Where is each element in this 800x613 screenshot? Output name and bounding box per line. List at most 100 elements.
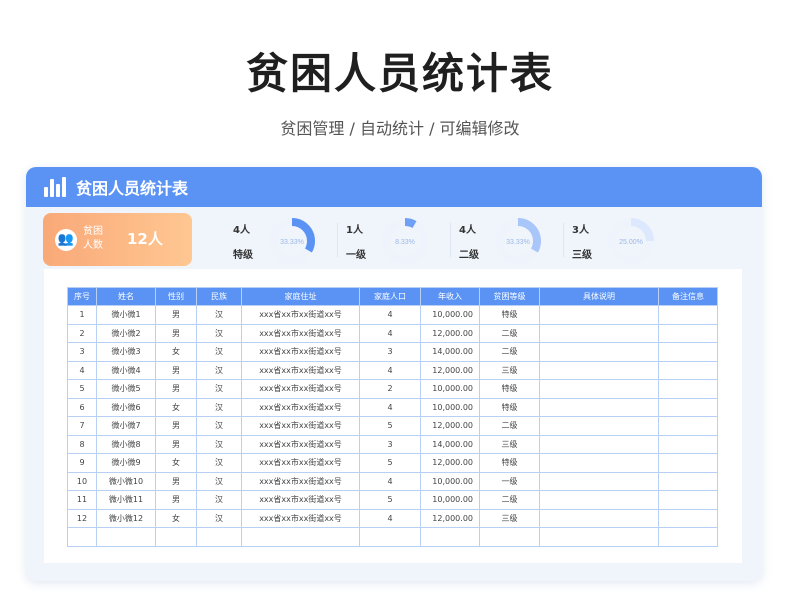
- table-cell: 4: [359, 508, 421, 528]
- table-cell: 汉: [196, 323, 242, 343]
- column-header: 具体说明: [539, 287, 659, 306]
- table-cell: [96, 527, 156, 547]
- table-cell: 10: [67, 471, 97, 491]
- table-cell: 5: [67, 379, 97, 399]
- table-cell: xxx省xx市xx街道xx号: [241, 490, 360, 510]
- table-cell: 男: [155, 416, 197, 436]
- table-cell: 女: [155, 342, 197, 362]
- table-cell: 微小微5: [96, 379, 156, 399]
- table-cell: [658, 453, 718, 473]
- separator: [450, 223, 451, 257]
- table-cell: 12,000.00: [420, 416, 480, 436]
- table-row: 6 微小微6 女汉 xxx省xx市xx街道xx号 4 10,000.00 特级: [67, 397, 718, 417]
- table-cell: [155, 527, 197, 547]
- table-cell: 二级: [479, 342, 540, 362]
- table-cell: [539, 508, 659, 528]
- table-row: 12 微小微12 女汉 xxx省xx市xx街道xx号 4 12,000.00 三级: [67, 508, 718, 528]
- table-cell: [539, 379, 659, 399]
- table-cell: 14,000.00: [420, 342, 480, 362]
- table-cell: 3: [67, 342, 97, 362]
- table-cell: [539, 416, 659, 436]
- table-cell: 4: [67, 360, 97, 380]
- table-cell: 3: [359, 342, 421, 362]
- table-cell: 二级: [479, 416, 540, 436]
- table-cell: [539, 305, 659, 325]
- table-cell: 2: [359, 379, 421, 399]
- level-card: 4人 特级 33.33%: [233, 213, 345, 266]
- table-cell: [658, 379, 718, 399]
- table-row: 4 微小微4 男汉 xxx省xx市xx街道xx号 4 12,000.00 三级: [67, 360, 718, 380]
- table-cell: 汉: [196, 471, 242, 491]
- level-donut: 8.33%: [382, 218, 428, 264]
- table-cell: xxx省xx市xx街道xx号: [241, 397, 360, 417]
- separator: [563, 223, 564, 257]
- stats-row: 👥 贫困人数 12人 4人 特级 33.33% 1人 一级 8.33% 4人 二级 33.33%…: [43, 213, 743, 267]
- level-donut: 25.00%: [608, 218, 654, 264]
- table-cell: 特级: [479, 379, 540, 399]
- table-cell: [539, 360, 659, 380]
- table-cell: 一级: [479, 471, 540, 491]
- table-cell: [539, 397, 659, 417]
- table-cell: 二级: [479, 490, 540, 510]
- table-cell: [658, 323, 718, 343]
- table-cell: [420, 527, 480, 547]
- table-cell: 4: [359, 323, 421, 343]
- column-header: 备注信息: [658, 287, 718, 306]
- table-row: [67, 527, 718, 547]
- table-row: 1 微小微1 男汉 xxx省xx市xx街道xx号 4 10,000.00 特级: [67, 305, 718, 325]
- table-cell: 1: [67, 305, 97, 325]
- column-header: 序号: [67, 287, 97, 306]
- table-cell: 微小微10: [96, 471, 156, 491]
- table-cell: 特级: [479, 397, 540, 417]
- table-cell: 三级: [479, 434, 540, 454]
- panel-header-title: 贫困人员统计表: [76, 179, 189, 198]
- table-cell: 男: [155, 323, 197, 343]
- level-name: 特级: [233, 250, 253, 261]
- table-row: 5 微小微5 男汉 xxx省xx市xx街道xx号 2 10,000.00 特级: [67, 379, 718, 399]
- column-header: 家庭人口: [359, 287, 421, 306]
- table-cell: 9: [67, 453, 97, 473]
- table-cell: [658, 490, 718, 510]
- level-name: 一级: [346, 250, 366, 261]
- donut-percent: 8.33%: [395, 239, 415, 246]
- table-cell: [539, 342, 659, 362]
- table-row: 8 微小微8 男汉 xxx省xx市xx街道xx号 3 14,000.00 三级: [67, 434, 718, 454]
- table-cell: 男: [155, 490, 197, 510]
- table-cell: [658, 508, 718, 528]
- table-cell: [539, 471, 659, 491]
- table-cell: 12,000.00: [420, 323, 480, 343]
- table-cell: 微小微7: [96, 416, 156, 436]
- page-title: 贫困人员统计表: [245, 49, 554, 98]
- table-cell: 男: [155, 471, 197, 491]
- table-cell: [539, 527, 659, 547]
- level-count: 4人: [459, 225, 476, 236]
- level-donut: 33.33%: [269, 218, 315, 264]
- table-cell: 特级: [479, 453, 540, 473]
- table-cell: [658, 397, 718, 417]
- total-value: 12人: [127, 230, 163, 248]
- table-cell: 微小微1: [96, 305, 156, 325]
- level-name: 三级: [572, 250, 592, 261]
- table-cell: xxx省xx市xx街道xx号: [241, 453, 360, 473]
- table-cell: 微小微11: [96, 490, 156, 510]
- table-cell: 微小微8: [96, 434, 156, 454]
- table-row: 2 微小微2 男汉 xxx省xx市xx街道xx号 4 12,000.00 二级: [67, 323, 718, 343]
- table-cell: 汉: [196, 379, 242, 399]
- level-card: 1人 一级 8.33%: [346, 213, 458, 266]
- table-cell: 男: [155, 305, 197, 325]
- table-cell: 5: [359, 416, 421, 436]
- table-cell: 10,000.00: [420, 379, 480, 399]
- table-cell: 10,000.00: [420, 305, 480, 325]
- table-cell: 4: [359, 360, 421, 380]
- table-cell: 二级: [479, 323, 540, 343]
- table-cell: 12,000.00: [420, 360, 480, 380]
- table-cell: 汉: [196, 342, 242, 362]
- page-subtitle: 贫困管理 / 自动统计 / 可编辑修改: [280, 119, 520, 138]
- table-cell: xxx省xx市xx街道xx号: [241, 379, 360, 399]
- donut-percent: 33.33%: [506, 239, 530, 246]
- table-cell: 4: [359, 305, 421, 325]
- table-row: 9 微小微9 女汉 xxx省xx市xx街道xx号 5 12,000.00 特级: [67, 453, 718, 473]
- level-count: 3人: [572, 225, 589, 236]
- level-card: 4人 二级 33.33%: [459, 213, 571, 266]
- table-cell: [539, 490, 659, 510]
